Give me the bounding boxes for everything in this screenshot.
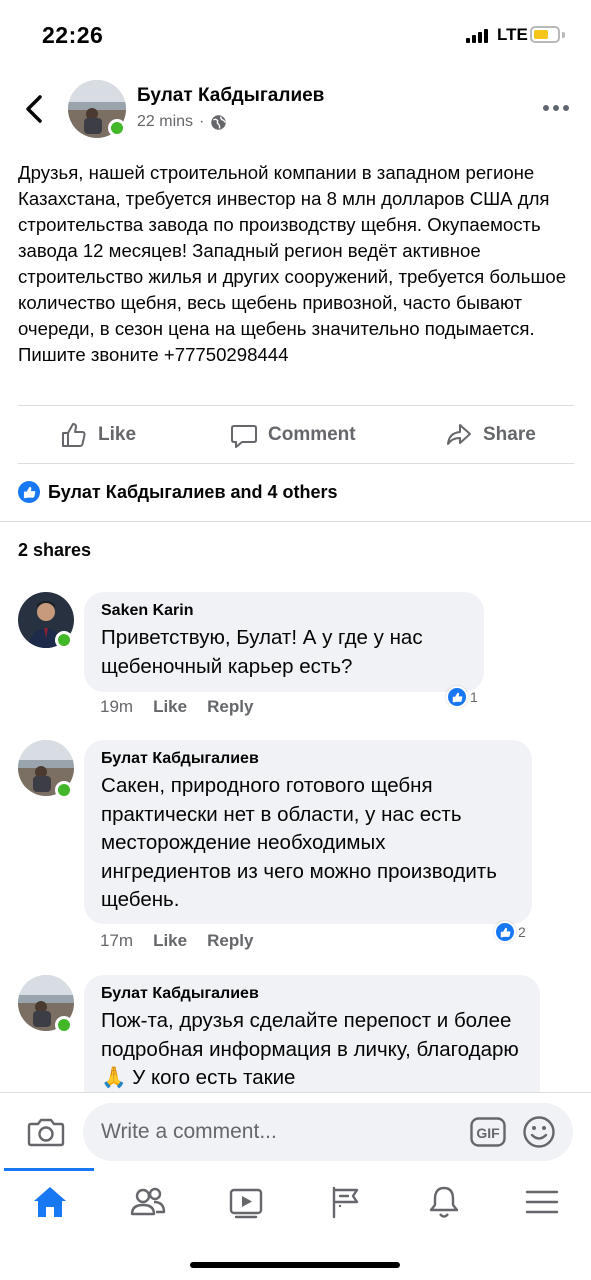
comment-time: 17m [100, 931, 134, 950]
comment-text: Пож-та, друзья сделайте перепост и более… [101, 1009, 519, 1089]
gif-icon[interactable]: GIF [470, 1117, 506, 1147]
comment-button[interactable]: Comment [230, 418, 356, 452]
notifications-bell-icon[interactable] [424, 1182, 464, 1222]
comment-like-button[interactable]: Like [153, 931, 187, 951]
home-icon[interactable] [30, 1182, 70, 1222]
gif-label: GIF [476, 1125, 500, 1141]
comment-like-button[interactable]: Like [153, 697, 187, 717]
thumbs-up-icon [62, 423, 86, 447]
share-icon [447, 424, 471, 445]
more-options-icon[interactable] [542, 102, 570, 114]
back-icon[interactable] [22, 94, 46, 124]
commenter-name[interactable]: Булат Кабдыгалиев [101, 750, 516, 768]
commenter-name[interactable]: Булат Кабдыгалиев [101, 985, 524, 1003]
comment-icon [231, 425, 257, 448]
share-button[interactable]: Share [445, 418, 536, 452]
online-status-indicator [55, 631, 73, 649]
online-status-indicator [108, 119, 126, 137]
comment-bubble: Saken Karin Приветствую, Булат! А у где … [84, 592, 484, 692]
like-reaction-icon [446, 686, 468, 708]
online-status-indicator [55, 1016, 73, 1034]
share-label: Share [483, 424, 536, 445]
like-label: Like [98, 424, 137, 445]
globe-icon [211, 114, 227, 130]
emoji-icon[interactable] [522, 1115, 556, 1149]
battery-icon [530, 26, 560, 43]
comment-time: 19m [100, 697, 134, 716]
comment-reaction-count[interactable]: 1 [446, 686, 478, 708]
like-reaction-icon [494, 921, 516, 943]
post-author-name[interactable]: Булат Кабдыгалиев [137, 85, 324, 107]
pages-flag-icon[interactable] [326, 1182, 366, 1222]
comment-composer: GIF [0, 1092, 591, 1172]
network-label: LTE [497, 25, 528, 44]
divider [0, 521, 591, 522]
status-bar: 22:26 LTE [0, 0, 591, 70]
meta-separator: · [199, 113, 205, 130]
post-body: Друзья, нашей строительной компании в за… [18, 162, 567, 365]
comment-reply-button[interactable]: Reply [207, 931, 253, 951]
watch-icon[interactable] [226, 1182, 266, 1222]
signal-icon [466, 29, 492, 43]
online-status-indicator [55, 781, 73, 799]
divider [18, 405, 574, 406]
comment-bubble: Булат Кабдыгалиев Сакен, природного гото… [84, 740, 532, 924]
comment-meta: 19m Like Reply [100, 697, 253, 717]
commenter-name[interactable]: Saken Karin [101, 602, 468, 620]
comment-reply-button[interactable]: Reply [207, 697, 253, 717]
status-time: 22:26 [42, 22, 104, 48]
active-tab-indicator [4, 1168, 94, 1171]
reactions-summary[interactable]: Булат Кабдыгалиев and 4 others [18, 481, 338, 503]
comment-text: Сакен, природного готового щебня практич… [101, 774, 497, 911]
divider [18, 463, 574, 464]
post-time[interactable]: 22 mins [137, 113, 193, 131]
like-button[interactable]: Like [60, 418, 136, 452]
camera-icon[interactable] [27, 1113, 65, 1151]
comment-reaction-count[interactable]: 2 [494, 921, 526, 943]
friends-icon[interactable] [128, 1182, 168, 1222]
menu-icon[interactable] [522, 1182, 562, 1222]
comment-label: Comment [268, 424, 356, 445]
comment-text: Приветствую, Булат! А у где у нас щебено… [101, 626, 423, 678]
post-meta: 22 mins · [137, 113, 227, 131]
like-reaction-icon [18, 481, 40, 503]
shares-count[interactable]: 2 shares [18, 540, 91, 561]
home-indicator [190, 1262, 400, 1268]
reaction-count-value: 2 [518, 924, 526, 940]
reaction-count-value: 1 [470, 689, 478, 705]
comment-meta: 17m Like Reply [100, 931, 253, 951]
reactions-text: Булат Кабдыгалиев and 4 others [48, 481, 338, 502]
